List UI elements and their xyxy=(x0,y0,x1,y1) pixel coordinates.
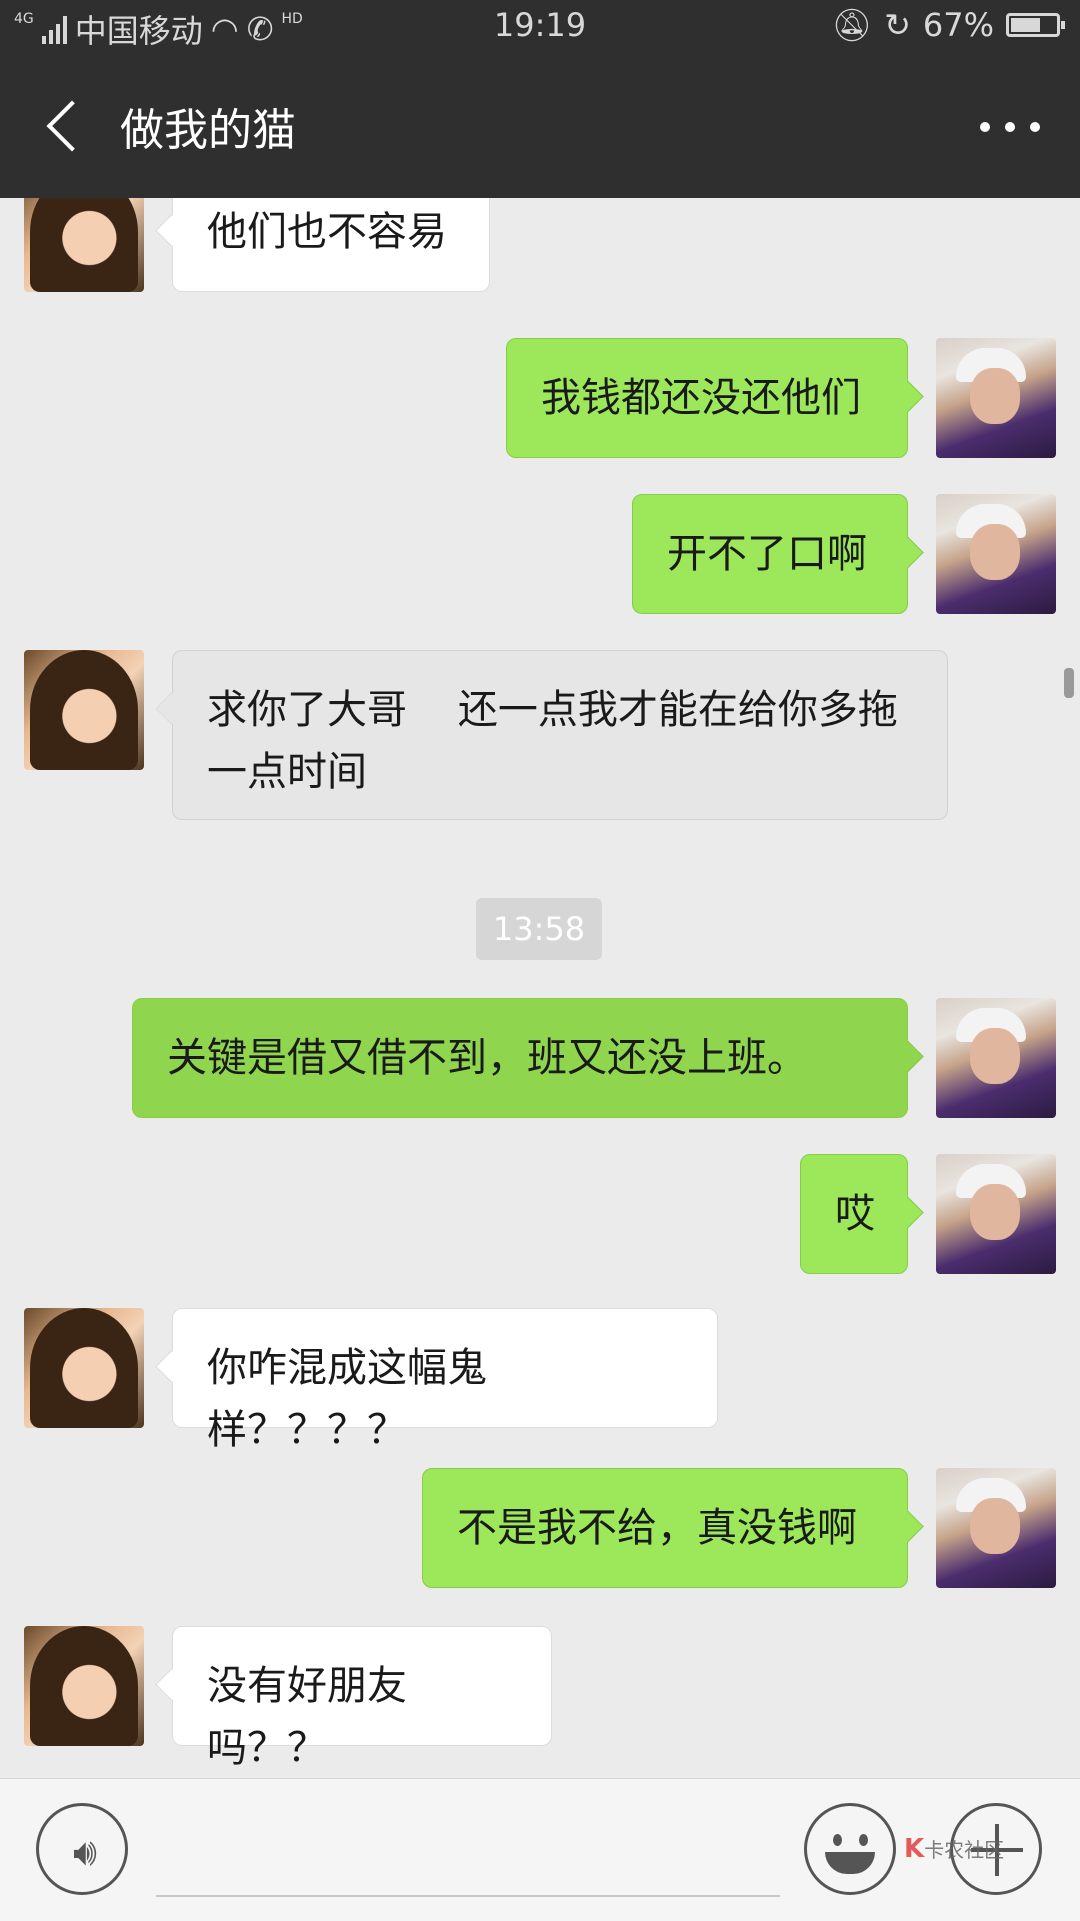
time-divider: 13:58 xyxy=(476,898,602,960)
message-list[interactable]: 他们也不容易 我钱都还没还他们 开不了口啊 求你了大哥 还一点我才能在给你多拖一… xyxy=(0,198,1080,1778)
incoming-message[interactable]: 他们也不容易 xyxy=(172,198,490,292)
my-avatar[interactable] xyxy=(936,1154,1056,1274)
outgoing-message[interactable]: 不是我不给，真没钱啊 xyxy=(422,1468,908,1588)
outgoing-message[interactable]: 哎 xyxy=(800,1154,908,1274)
contact-avatar[interactable] xyxy=(24,1626,144,1746)
my-avatar[interactable] xyxy=(936,338,1056,458)
incoming-message[interactable]: 你咋混成这幅鬼样？？？？ xyxy=(172,1308,718,1453)
chat-title: 做我的猫 xyxy=(120,105,296,156)
incoming-message[interactable]: 没有好朋友吗？？ xyxy=(172,1626,552,1771)
my-avatar[interactable] xyxy=(936,494,1056,614)
back-button[interactable] xyxy=(40,100,90,156)
my-avatar[interactable] xyxy=(936,998,1056,1118)
contact-avatar[interactable] xyxy=(24,1308,144,1428)
rotation-lock-icon: ↻ xyxy=(884,6,911,44)
emoji-button[interactable] xyxy=(804,1803,896,1895)
more-options-icon[interactable] xyxy=(980,112,1040,142)
battery-icon xyxy=(1006,13,1065,37)
battery-percent: 67% xyxy=(922,6,994,44)
contact-avatar[interactable] xyxy=(24,650,144,770)
voice-icon: 🔊︎ xyxy=(73,1830,97,1874)
watermark-text: 卡农社区 xyxy=(924,1838,1005,1862)
outgoing-message[interactable]: 关键是借又借不到，班又还没上班。 xyxy=(132,998,908,1118)
watermark-logo: K卡农社区 xyxy=(904,1834,1005,1864)
scrollbar-thumb[interactable] xyxy=(1064,668,1074,698)
my-avatar[interactable] xyxy=(936,1468,1056,1588)
mute-icon: 🔕︎ xyxy=(831,6,873,44)
voice-input-button[interactable]: 🔊︎ xyxy=(36,1803,128,1895)
message-input[interactable] xyxy=(156,1895,780,1897)
contact-avatar[interactable] xyxy=(24,198,144,292)
status-bar: 4G 中国移动 ◠ ✆ HD 19:19 🔕︎ ↻ 67% xyxy=(0,0,1080,56)
status-right: 🔕︎ ↻ 67% xyxy=(831,6,1065,44)
outgoing-message[interactable]: 开不了口啊 xyxy=(632,494,908,614)
incoming-message[interactable]: 求你了大哥 还一点我才能在给你多拖一点时间 xyxy=(172,650,948,820)
outgoing-message[interactable]: 我钱都还没还他们 xyxy=(506,338,908,458)
chat-header: 做我的猫 xyxy=(0,56,1080,198)
